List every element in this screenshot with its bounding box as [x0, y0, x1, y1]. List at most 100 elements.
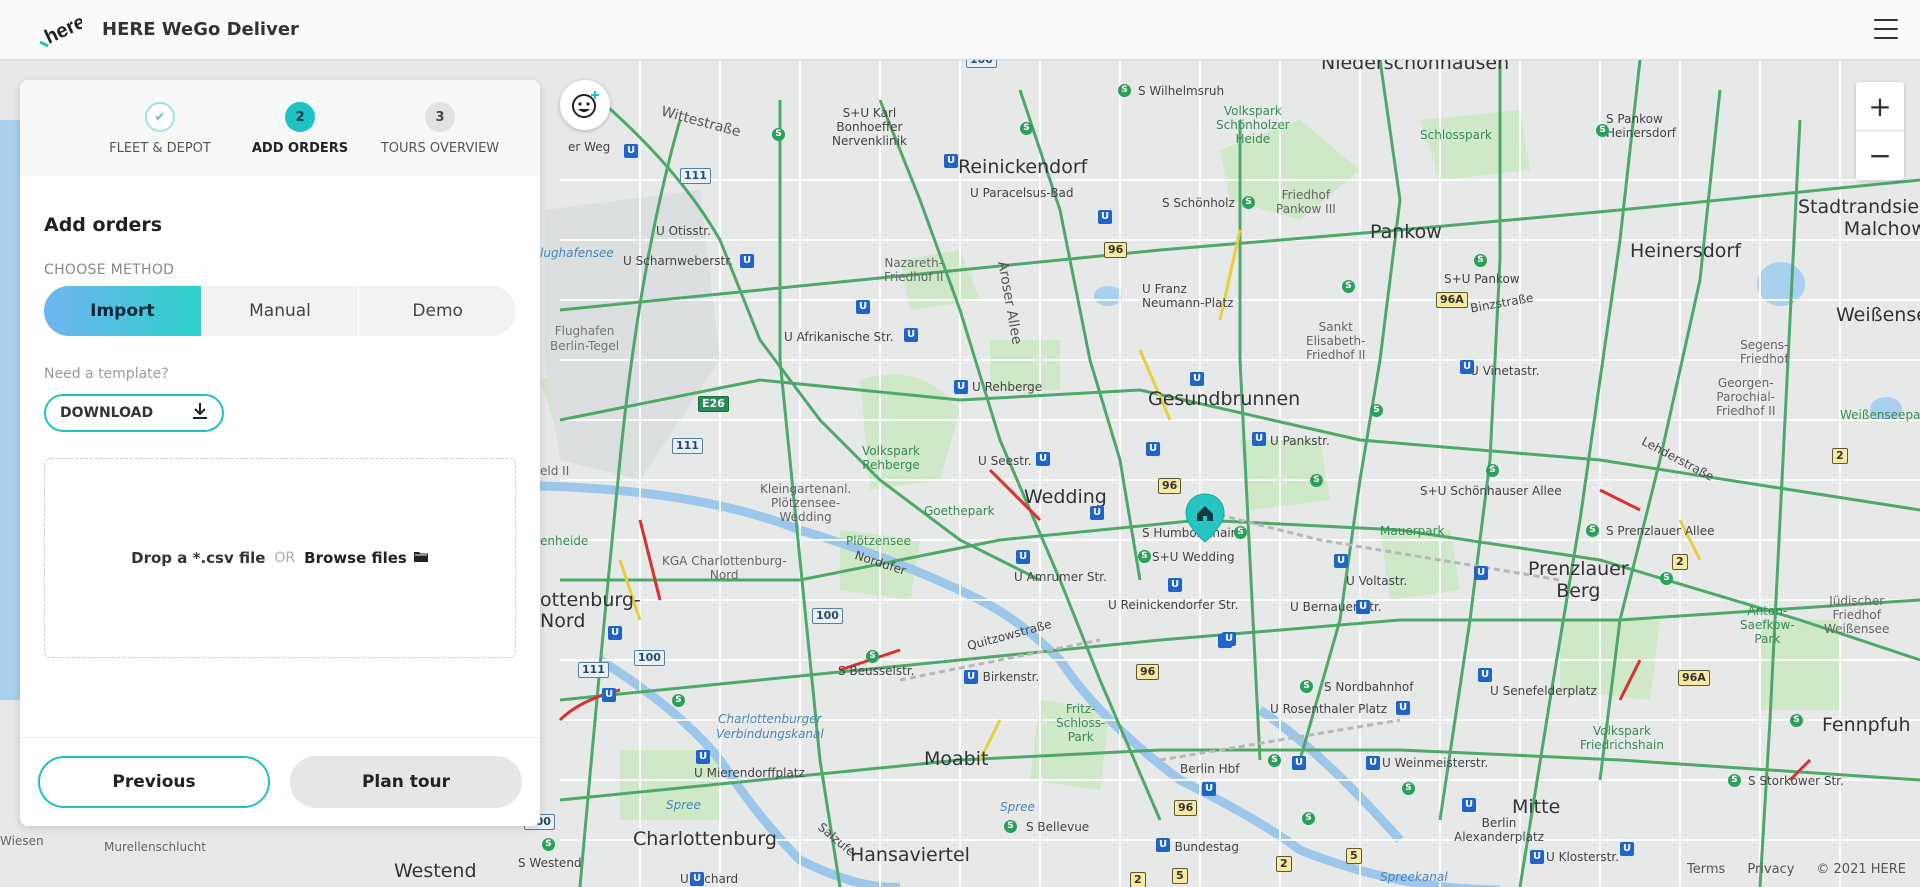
here-logo[interactable]: here: [38, 11, 89, 49]
hamburger-menu-icon[interactable]: [1872, 16, 1900, 42]
map-label-flughafensee: lughafensee: [540, 246, 614, 260]
ubahn-icon: U: [1156, 838, 1170, 852]
map-label-fennpfuhl: Fennpfuh: [1822, 714, 1911, 736]
map-label-mauerpark: Mauerpark: [1380, 524, 1445, 538]
map-label-s-u-pankow: S+U Pankow: [1444, 272, 1520, 286]
sbahn-icon: S: [1474, 254, 1487, 267]
sbahn-icon: S: [1486, 464, 1499, 477]
map-label-u-paracelsus: U Paracelsus-Bad: [970, 186, 1074, 200]
map-label-anton-saefkow: Anton- Saefkow- Park: [1740, 604, 1795, 646]
step-tours-overview[interactable]: 3 TOURS OVERVIEW: [360, 102, 520, 156]
map-label-u-otisstr: U Otisstr.: [656, 224, 711, 238]
sbahn-icon: S: [1342, 280, 1355, 293]
map-label-schlosspark: Schlosspark: [1420, 128, 1492, 142]
map-label-ploetzensee: Plötzensee: [846, 534, 911, 548]
download-icon: [192, 402, 208, 424]
road-shield-100: 100: [812, 608, 843, 624]
ubahn-icon: U: [690, 872, 704, 886]
map-label-u-bundestag: U Bundestag: [1162, 840, 1239, 854]
map-label-u-rehberge: U Rehberge: [972, 380, 1043, 394]
road-shield-2-d: 2: [1130, 872, 1146, 887]
map-label-volkspark-friedrichshain: Volkspark Friedrichshain: [1580, 724, 1664, 752]
map-label-juedischer-friedhof: Jüdischer Friedhof Weißensee: [1824, 594, 1890, 636]
sbahn-icon: S: [1586, 524, 1599, 537]
ubahn-icon: U: [944, 154, 958, 168]
plan-tour-button[interactable]: Plan tour: [290, 756, 522, 808]
map-label-s-u-schoenhauser: S+U Schönhauser Allee: [1420, 484, 1562, 498]
method-import-button[interactable]: Import: [44, 286, 202, 336]
map-label-u-senefelder: U Senefelderplatz: [1490, 684, 1597, 698]
download-label: DOWNLOAD: [60, 405, 154, 421]
sbahn-icon: S: [1300, 680, 1313, 693]
zoom-out-button[interactable]: −: [1856, 131, 1904, 180]
map-label-kleingarten: Kleingartenanl. Plötzensee- Wedding: [760, 482, 852, 524]
sbahn-icon: S: [672, 694, 685, 707]
road-shield-96-2: 96: [1158, 478, 1182, 494]
step-add-orders[interactable]: 2 ADD ORDERS: [220, 102, 380, 156]
map-label-charlottenburg-nord: ottenburg- Nord: [540, 589, 641, 632]
panel-title: Add orders: [44, 214, 163, 236]
wizard-stepper: ✔ FLEET & DEPOT 2 ADD ORDERS 3 TOURS OVE…: [20, 80, 540, 176]
ubahn-icon: U: [1090, 506, 1104, 520]
map-label-gesundbrunnen: Gesundbrunnen: [1148, 388, 1301, 410]
feedback-smiley-icon[interactable]: [560, 80, 610, 130]
map-label-u-seestr: U Seestr.: [978, 454, 1032, 468]
map-label-er-weg: er Weg: [568, 140, 611, 154]
browse-files-link[interactable]: Browse files: [304, 549, 429, 567]
map-label-hansaviertel: Hansaviertel: [850, 844, 970, 866]
ubahn-icon: U: [1202, 782, 1216, 796]
road-shield-111-b: 111: [672, 438, 703, 454]
copyright-text: © 2021 HERE: [1816, 862, 1906, 877]
map-label-u-richard: U Richard: [680, 872, 739, 886]
ubahn-icon: U: [1190, 372, 1204, 386]
map-label-u-franz-neumann: U Franz Neumann-Platz: [1142, 282, 1234, 310]
ubahn-icon: U: [1460, 360, 1474, 374]
sbahn-icon: S: [1234, 526, 1247, 539]
zoom-in-button[interactable]: +: [1856, 82, 1904, 131]
map-label-u-vinetastr: U Vinetastr.: [1470, 364, 1540, 378]
step-fleet-depot[interactable]: ✔ FLEET & DEPOT: [80, 102, 240, 156]
map-label-spree-2: Spree: [1000, 800, 1035, 814]
map-label-mitte: Mitte: [1512, 796, 1561, 818]
road-shield-111-c: 111: [578, 662, 609, 678]
sbahn-icon: S: [1402, 782, 1415, 795]
map-label-weissenseepark: Weißenseepark: [1840, 408, 1920, 422]
map-label-kga-charlottenburg: KGA Charlottenburg- Nord: [662, 554, 787, 582]
sbahn-icon: S: [542, 838, 555, 851]
step-number: 3: [425, 102, 455, 132]
map-label-weissensee: Weißense: [1836, 304, 1920, 326]
privacy-link[interactable]: Privacy: [1747, 862, 1794, 877]
map-label-berlin-hbf: Berlin Hbf: [1180, 762, 1240, 776]
sbahn-icon: S: [1138, 550, 1151, 563]
depot-marker-icon[interactable]: [1184, 492, 1226, 544]
ubahn-icon: U: [1356, 600, 1370, 614]
method-manual-button[interactable]: Manual: [202, 286, 360, 336]
app-title: HERE WeGo Deliver: [102, 19, 299, 40]
ubahn-icon: U: [602, 688, 616, 702]
map-label-s-bellevue: S Bellevue: [1026, 820, 1090, 834]
ubahn-icon: U: [856, 300, 870, 314]
map-label-s-prenzlauer-allee: S Prenzlauer Allee: [1606, 524, 1715, 538]
map-label-enheide: enheide: [540, 534, 589, 548]
folder-icon: [413, 549, 429, 567]
ubahn-icon: U: [964, 670, 978, 684]
map-label-murellenschlucht: Murellenschlucht: [104, 840, 206, 854]
download-template-button[interactable]: DOWNLOAD: [44, 394, 224, 432]
ubahn-icon: U: [1016, 550, 1030, 564]
ubahn-icon: U: [624, 144, 638, 158]
map-label-u-weinmeister: U Weinmeisterstr.: [1382, 756, 1489, 770]
previous-button[interactable]: Previous: [38, 756, 270, 808]
map-label-fritz-schloss: Fritz- Schloss- Park: [1056, 702, 1106, 744]
road-shield-111: 111: [680, 168, 711, 184]
method-demo-button[interactable]: Demo: [359, 286, 516, 336]
ubahn-icon: U: [1292, 756, 1306, 770]
map-label-s-u-karl-bonhoeffer: S+U Karl Bonhoeffer Nervenklinik: [832, 106, 907, 148]
terms-link[interactable]: Terms: [1687, 862, 1725, 877]
csv-drop-zone[interactable]: Drop a *.csv file OR Browse files: [44, 458, 516, 658]
road-shield-96-4: 96: [1174, 800, 1198, 816]
panel-footer-divider: [20, 737, 540, 738]
map-label-verbindungskanal: Charlottenburger Verbindungskanal: [716, 712, 824, 741]
map-label-reinickendorf: Reinickendorf: [958, 156, 1088, 178]
sbahn-icon: S: [1790, 714, 1803, 727]
ubahn-icon: U: [608, 626, 622, 640]
